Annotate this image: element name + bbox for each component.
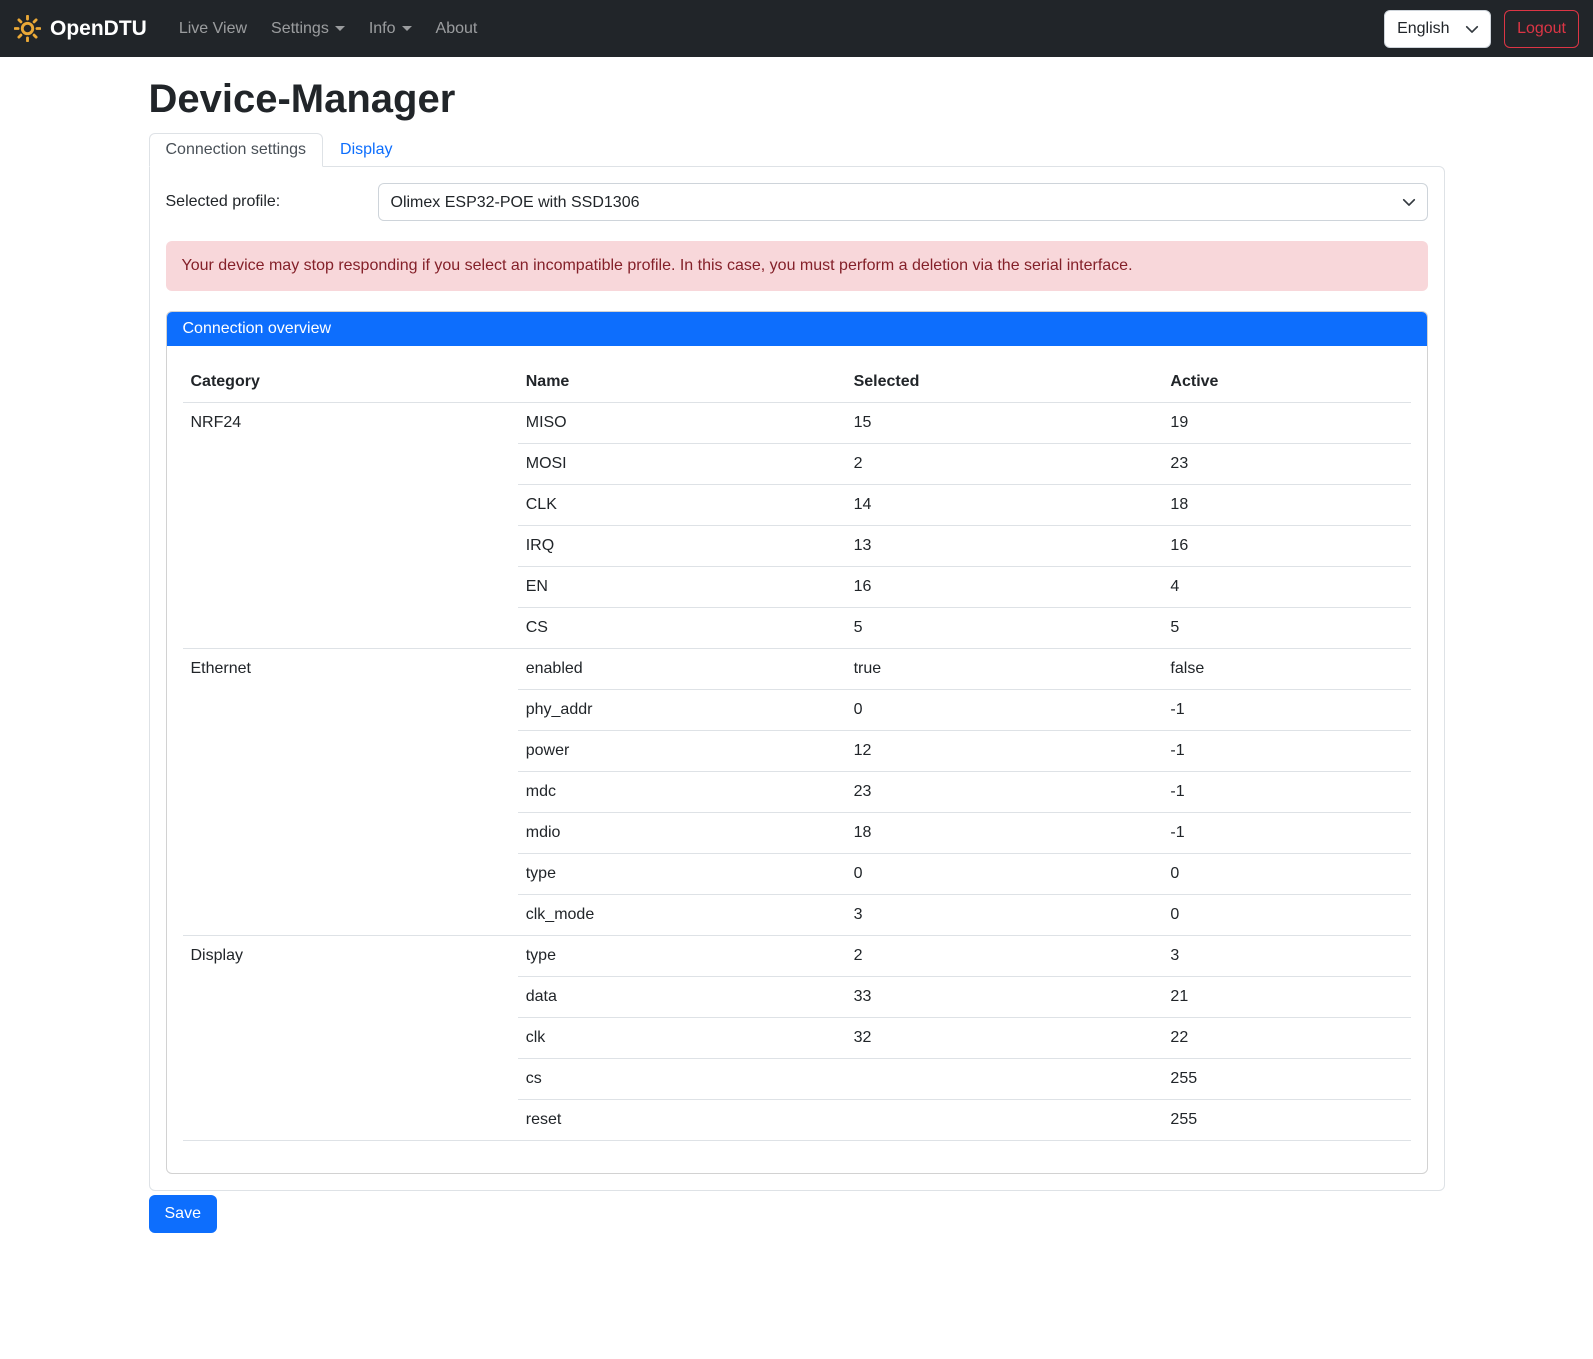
profile-label: Selected profile: [166,193,378,211]
table-row: Displaytype23 [183,936,1411,977]
brand-label: OpenDTU [50,17,147,41]
caret-down-icon [402,26,412,31]
language-select-wrap: English [1384,10,1491,48]
profile-select[interactable]: Olimex ESP32-POE with SSD1306 [378,183,1428,221]
name-cell: phy_addr [518,690,846,731]
selected-cell [846,1100,1163,1141]
name-cell: enabled [518,649,846,690]
selected-cell: 12 [846,731,1163,772]
active-cell: -1 [1162,731,1410,772]
selected-cell: 2 [846,444,1163,485]
active-cell: 4 [1162,567,1410,608]
selected-cell: 3 [846,895,1163,936]
active-cell: 16 [1162,526,1410,567]
active-cell: 21 [1162,977,1410,1018]
navbar: OpenDTU Live View Settings Info About En… [0,0,1593,57]
selected-cell: 18 [846,813,1163,854]
page-title: Device-Manager [149,75,1445,123]
nav-item-about[interactable]: About [428,12,486,46]
active-cell: false [1162,649,1410,690]
active-cell: -1 [1162,690,1410,731]
caret-down-icon [335,26,345,31]
name-cell: cs [518,1059,846,1100]
tab-panel-connection-settings: Selected profile: Olimex ESP32-POE with … [149,166,1445,1191]
selected-cell: 14 [846,485,1163,526]
tab-bar: Connection settings Display [149,133,1445,166]
nav-links: Live View Settings Info About [167,12,490,46]
nav-item-settings[interactable]: Settings [263,12,353,46]
category-cell: NRF24 [183,403,518,649]
selected-cell: 15 [846,403,1163,444]
nav-item-info-label: Info [369,20,396,37]
profile-row: Selected profile: Olimex ESP32-POE with … [166,183,1428,221]
name-cell: type [518,936,846,977]
column-header-name: Name [518,362,846,403]
name-cell: data [518,977,846,1018]
column-header-active: Active [1162,362,1410,403]
active-cell: -1 [1162,772,1410,813]
logout-button[interactable]: Logout [1504,10,1579,48]
name-cell: clk_mode [518,895,846,936]
active-cell: 255 [1162,1059,1410,1100]
selected-cell: 0 [846,854,1163,895]
connection-overview-body: Category Name Selected Active NRF24MISO1… [167,346,1427,1173]
column-header-selected: Selected [846,362,1163,403]
name-cell: reset [518,1100,846,1141]
name-cell: CS [518,608,846,649]
selected-cell: 23 [846,772,1163,813]
column-header-category: Category [183,362,518,403]
name-cell: CLK [518,485,846,526]
active-cell: 5 [1162,608,1410,649]
selected-cell: 13 [846,526,1163,567]
connection-overview-header: Connection overview [167,312,1427,346]
name-cell: MISO [518,403,846,444]
name-cell: EN [518,567,846,608]
connection-overview-card: Connection overview Category Name Select… [166,311,1428,1174]
brand-link[interactable]: OpenDTU [14,15,147,42]
selected-cell: 2 [846,936,1163,977]
name-cell: clk [518,1018,846,1059]
active-cell: 0 [1162,895,1410,936]
profile-select-wrap: Olimex ESP32-POE with SSD1306 [378,183,1428,221]
name-cell: mdio [518,813,846,854]
selected-cell: 5 [846,608,1163,649]
active-cell: 0 [1162,854,1410,895]
navbar-right: English Logout [1384,10,1579,48]
name-cell: IRQ [518,526,846,567]
active-cell: 23 [1162,444,1410,485]
name-cell: type [518,854,846,895]
category-cell: Ethernet [183,649,518,936]
name-cell: MOSI [518,444,846,485]
language-select[interactable]: English [1384,10,1491,48]
selected-cell: 33 [846,977,1163,1018]
connection-overview-table: Category Name Selected Active NRF24MISO1… [183,362,1411,1141]
tab-connection-settings[interactable]: Connection settings [149,133,324,167]
save-button[interactable]: Save [149,1195,217,1233]
main-container: Device-Manager Connection settings Displ… [137,75,1457,1233]
nav-item-info[interactable]: Info [361,12,420,46]
selected-cell: 16 [846,567,1163,608]
active-cell: -1 [1162,813,1410,854]
selected-cell: true [846,649,1163,690]
table-row: NRF24MISO1519 [183,403,1411,444]
profile-warning-alert: Your device may stop responding if you s… [166,241,1428,291]
selected-cell: 0 [846,690,1163,731]
overview-table-body: NRF24MISO1519MOSI223CLK1418IRQ1316EN164C… [183,403,1411,1141]
name-cell: mdc [518,772,846,813]
active-cell: 18 [1162,485,1410,526]
table-row: Ethernetenabledtruefalse [183,649,1411,690]
name-cell: power [518,731,846,772]
category-cell: Display [183,936,518,1141]
selected-cell [846,1059,1163,1100]
nav-item-settings-label: Settings [271,20,329,37]
active-cell: 22 [1162,1018,1410,1059]
tab-display[interactable]: Display [323,133,409,167]
active-cell: 19 [1162,403,1410,444]
table-header-row: Category Name Selected Active [183,362,1411,403]
sun-icon [14,15,41,42]
active-cell: 255 [1162,1100,1410,1141]
nav-item-live-view[interactable]: Live View [171,12,255,46]
selected-cell: 32 [846,1018,1163,1059]
active-cell: 3 [1162,936,1410,977]
